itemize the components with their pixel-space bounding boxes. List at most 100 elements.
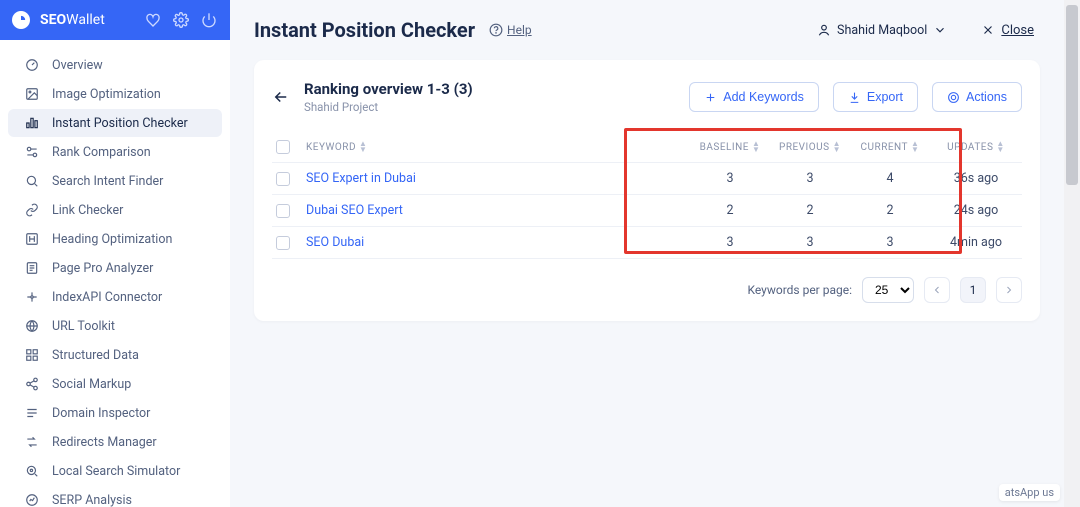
back-button[interactable] bbox=[272, 88, 290, 106]
struct-icon bbox=[24, 347, 40, 363]
sidebar-item-label: SERP Analysis bbox=[52, 493, 132, 507]
sidebar-item-label: Page Pro Analyzer bbox=[52, 261, 153, 276]
col-baseline[interactable]: BASELINE▲▼ bbox=[690, 141, 770, 153]
gauge-icon bbox=[24, 57, 40, 73]
brand-name: SEOWallet bbox=[40, 12, 105, 28]
table-row: Dubai SEO Expert 2 2 2 24s ago bbox=[272, 195, 1022, 227]
table-row: SEO Expert in Dubai 3 3 4 36s ago bbox=[272, 163, 1022, 195]
close-icon bbox=[981, 23, 995, 37]
add-keywords-label: Add Keywords bbox=[723, 90, 804, 104]
sidebar-item-label: URL Toolkit bbox=[52, 319, 115, 334]
gear-icon[interactable] bbox=[172, 11, 190, 29]
row-checkbox[interactable] bbox=[276, 236, 290, 250]
keyword-link[interactable]: Dubai SEO Expert bbox=[306, 203, 690, 218]
sidebar-item-image-optimization[interactable]: Image Optimization bbox=[8, 80, 222, 108]
heading-icon bbox=[24, 231, 40, 247]
export-button[interactable]: Export bbox=[833, 82, 918, 112]
sidebar-item-page-pro-analyzer[interactable]: Page Pro Analyzer bbox=[8, 254, 222, 282]
share-icon bbox=[24, 376, 40, 392]
target-icon bbox=[947, 91, 960, 104]
per-page-label: Keywords per page: bbox=[747, 283, 852, 297]
col-updates[interactable]: UPDATES▲▼ bbox=[930, 141, 1022, 153]
page-icon bbox=[24, 260, 40, 276]
keyword-table: KEYWORD▲▼ BASELINE▲▼ PREVIOUS▲▼ CURRENT▲… bbox=[272, 132, 1022, 259]
user-icon bbox=[817, 23, 831, 37]
power-icon[interactable] bbox=[200, 11, 218, 29]
user-menu[interactable]: Shahid Maqbool bbox=[817, 23, 947, 38]
pager-page-current[interactable]: 1 bbox=[960, 277, 986, 303]
row-checkbox[interactable] bbox=[276, 172, 290, 186]
sidebar-item-url-toolkit[interactable]: URL Toolkit bbox=[8, 312, 222, 340]
select-all-checkbox[interactable] bbox=[276, 140, 290, 154]
sidebar-item-instant-position-checker[interactable]: Instant Position Checker bbox=[8, 109, 222, 137]
window-scrollbar[interactable] bbox=[1064, 0, 1080, 507]
sidebar-item-label: Local Search Simulator bbox=[52, 464, 180, 479]
keyword-link[interactable]: SEO Expert in Dubai bbox=[306, 171, 690, 186]
close-link[interactable]: Close bbox=[981, 23, 1034, 38]
sidebar-item-label: Image Optimization bbox=[52, 87, 161, 102]
sidebar-item-overview[interactable]: Overview bbox=[8, 51, 222, 79]
cell-baseline: 3 bbox=[690, 171, 770, 186]
sidebar-item-label: Heading Optimization bbox=[52, 232, 172, 247]
cell-previous: 2 bbox=[770, 203, 850, 218]
cell-current: 2 bbox=[850, 203, 930, 218]
sidebar-item-label: Rank Comparison bbox=[52, 145, 151, 160]
redirect-icon bbox=[24, 434, 40, 450]
pager-prev[interactable] bbox=[924, 277, 950, 303]
compare-icon bbox=[24, 144, 40, 160]
col-previous[interactable]: PREVIOUS▲▼ bbox=[770, 141, 850, 153]
sidebar-item-local-search-simulator[interactable]: Local Search Simulator bbox=[8, 457, 222, 485]
plus-icon bbox=[704, 91, 717, 104]
heart-icon[interactable] bbox=[144, 11, 162, 29]
sidebar-item-label: Search Intent Finder bbox=[52, 174, 163, 189]
col-current[interactable]: CURRENT▲▼ bbox=[850, 141, 930, 153]
scrollbar-thumb[interactable] bbox=[1066, 5, 1078, 185]
sidebar-item-structured-data[interactable]: Structured Data bbox=[8, 341, 222, 369]
per-page-select[interactable]: 25 bbox=[862, 277, 914, 303]
cell-current: 3 bbox=[850, 235, 930, 250]
whatsapp-float[interactable]: atsApp us bbox=[999, 484, 1060, 501]
api-icon bbox=[24, 289, 40, 305]
globe-icon bbox=[24, 318, 40, 334]
sidebar-item-indexapi-connector[interactable]: IndexAPI Connector bbox=[8, 283, 222, 311]
sidebar-item-label: Instant Position Checker bbox=[52, 116, 188, 131]
sidebar-item-rank-comparison[interactable]: Rank Comparison bbox=[8, 138, 222, 166]
link-icon bbox=[24, 202, 40, 218]
sidebar-item-serp-analysis[interactable]: SERP Analysis bbox=[8, 486, 222, 507]
sidebar-item-domain-inspector[interactable]: Domain Inspector bbox=[8, 399, 222, 427]
sidebar-item-label: Structured Data bbox=[52, 348, 139, 363]
table-row: SEO Dubai 3 3 3 4min ago bbox=[272, 227, 1022, 259]
row-checkbox[interactable] bbox=[276, 204, 290, 218]
topbar: Instant Position Checker Help Shahid Maq… bbox=[230, 0, 1064, 60]
help-link[interactable]: Help bbox=[489, 23, 532, 37]
sidebar-item-label: Domain Inspector bbox=[52, 406, 150, 421]
cell-baseline: 3 bbox=[690, 235, 770, 250]
export-label: Export bbox=[867, 90, 903, 104]
sidebar-item-label: Link Checker bbox=[52, 203, 123, 218]
add-keywords-button[interactable]: Add Keywords bbox=[689, 82, 819, 112]
brand-logo-icon bbox=[12, 11, 30, 29]
cell-previous: 3 bbox=[770, 171, 850, 186]
sidebar-item-redirects-manager[interactable]: Redirects Manager bbox=[8, 428, 222, 456]
user-name: Shahid Maqbool bbox=[837, 23, 927, 38]
position-icon bbox=[24, 115, 40, 131]
close-label: Close bbox=[1001, 23, 1034, 38]
actions-button[interactable]: Actions bbox=[932, 82, 1022, 112]
analysis-icon bbox=[24, 492, 40, 507]
download-icon bbox=[848, 91, 861, 104]
col-keyword[interactable]: KEYWORD▲▼ bbox=[306, 141, 690, 153]
sidebar-item-link-checker[interactable]: Link Checker bbox=[8, 196, 222, 224]
table-header: KEYWORD▲▼ BASELINE▲▼ PREVIOUS▲▼ CURRENT▲… bbox=[272, 132, 1022, 163]
image-icon bbox=[24, 86, 40, 102]
sidebar-item-label: Redirects Manager bbox=[52, 435, 157, 450]
actions-label: Actions bbox=[966, 90, 1007, 104]
cell-baseline: 2 bbox=[690, 203, 770, 218]
location-icon bbox=[24, 463, 40, 479]
sidebar-item-search-intent-finder[interactable]: Search Intent Finder bbox=[8, 167, 222, 195]
pager-next[interactable] bbox=[996, 277, 1022, 303]
cell-updates: 24s ago bbox=[930, 203, 1022, 218]
sidebar: SEOWallet Overview Image Optimization In… bbox=[0, 0, 230, 507]
keyword-link[interactable]: SEO Dubai bbox=[306, 235, 690, 250]
sidebar-item-social-markup[interactable]: Social Markup bbox=[8, 370, 222, 398]
sidebar-item-heading-optimization[interactable]: Heading Optimization bbox=[8, 225, 222, 253]
